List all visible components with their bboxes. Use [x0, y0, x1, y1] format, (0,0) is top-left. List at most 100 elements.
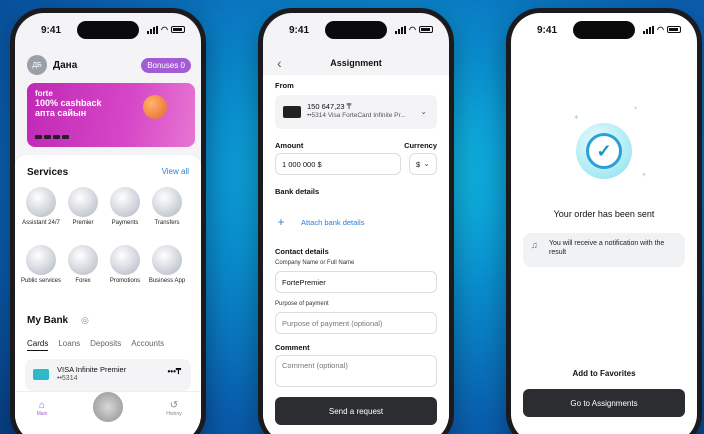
tab-accounts[interactable]: Accounts — [131, 339, 164, 351]
home-body: Services View all Assistant 24/7 Premier… — [15, 155, 201, 434]
forte-logo-button[interactable] — [93, 392, 123, 422]
view-all-link[interactable]: View all — [162, 167, 189, 176]
page-title: Assignment — [330, 58, 382, 68]
signal-icon — [643, 25, 655, 34]
signal-icon — [395, 25, 407, 34]
currency-select[interactable]: $ ⌄ — [409, 153, 437, 175]
phone-assignment: 9:41 ◠ ‹ Assignment From 150 647,23 ₸ ••… — [258, 8, 454, 434]
status-time: 9:41 — [537, 25, 558, 36]
from-card: ••5314 Visa ForteCard Infinite Pr... — [307, 112, 406, 119]
notification-note: ♫ You will receive a notification with t… — [523, 233, 685, 267]
back-icon[interactable]: ‹ — [277, 53, 282, 73]
nav-history-label: History — [166, 411, 182, 417]
status-icons: ◠ — [147, 25, 185, 34]
success-check-icon: ✓ — [576, 123, 632, 179]
status-time: 9:41 — [41, 25, 62, 36]
from-label: From — [275, 81, 294, 90]
sparkle-icon: ✦ — [633, 106, 639, 112]
status-time: 9:41 — [289, 25, 310, 36]
promotions-icon — [110, 245, 140, 275]
home-header: ДБ Дана Bonuses 0 — [27, 55, 191, 75]
service-label: Assistant 24/7 — [22, 220, 60, 226]
services-title: Services — [27, 167, 69, 178]
sparkle-icon: ✦ — [573, 113, 580, 122]
check-halo: ✓ — [576, 123, 632, 179]
purpose-input[interactable]: Purpose of payment (optional) — [275, 312, 437, 334]
add-to-favorites-button[interactable]: Add to Favorites — [511, 369, 697, 378]
bank-details-label: Bank details — [275, 187, 320, 196]
tab-cards[interactable]: Cards — [27, 339, 49, 351]
public-services-icon — [26, 245, 56, 275]
business-app-icon — [152, 245, 182, 275]
status-icons: ◠ — [395, 25, 433, 34]
service-forex[interactable]: Forex — [63, 245, 103, 285]
service-business[interactable]: Business App — [147, 245, 187, 285]
service-promotions[interactable]: Promotions — [105, 245, 145, 285]
nav-main[interactable]: ⌂ Main — [27, 400, 57, 417]
chevron-down-icon: ⌄ — [420, 107, 427, 116]
service-payments[interactable]: Payments — [105, 187, 145, 227]
bonuses-badge[interactable]: Bonuses 0 — [141, 57, 191, 73]
premier-icon — [68, 187, 98, 217]
note-text: You will receive a notification with the… — [549, 240, 665, 256]
success-screen: 9:41 ◠ ✓ ✦ ✦ ✦ Your order has been sent … — [511, 13, 697, 434]
service-label: Premier — [72, 220, 94, 226]
from-account-select[interactable]: 150 647,23 ₸ ••5314 Visa ForteCard Infin… — [275, 95, 437, 129]
currency-label: Currency — [404, 141, 437, 150]
phone-home: 9:41 ◠ ДБ Дана Bonuses 0 forte 100% cash… — [10, 8, 206, 434]
checkmark-icon: ✓ — [586, 133, 622, 169]
service-public[interactable]: Public services — [21, 245, 61, 285]
service-assistant[interactable]: Assistant 24/7 — [21, 187, 61, 227]
promo-banner[interactable]: forte 100% cashback апта сайын — [27, 83, 195, 147]
service-label: Promotions — [109, 278, 141, 284]
bottom-nav: ⌂ Main ↺ History — [15, 391, 201, 434]
card-item[interactable]: VISA Infinite Premier ••5314 •••₸ — [25, 359, 191, 391]
comment-label: Comment — [275, 343, 310, 352]
nav-main-label: Main — [36, 411, 48, 417]
visa-card-icon — [33, 369, 49, 380]
history-icon: ↺ — [169, 400, 179, 411]
status-bar: 9:41 ◠ — [511, 23, 697, 39]
order-sent-title: Your order has been sent — [553, 209, 655, 219]
send-request-button[interactable]: Send a request — [275, 397, 437, 425]
service-label: Payments — [111, 220, 139, 226]
wifi-icon: ◠ — [161, 25, 168, 34]
phone-success: 9:41 ◠ ✓ ✦ ✦ ✦ Your order has been sent … — [506, 8, 702, 434]
my-bank-title: My Bank — [27, 315, 69, 326]
company-input[interactable]: FortePremier — [275, 271, 437, 293]
more-icon[interactable]: •••₸ — [168, 367, 182, 376]
transfers-icon — [152, 187, 182, 217]
chevron-down-icon: ⌄ — [423, 159, 430, 168]
assignment-form: From 150 647,23 ₸ ••5314 Visa ForteCard … — [263, 75, 449, 434]
service-label: Public services — [21, 278, 62, 284]
nav-history[interactable]: ↺ History — [159, 400, 189, 417]
service-label: Transfers — [154, 220, 180, 226]
payments-icon — [110, 187, 140, 217]
battery-icon — [419, 26, 433, 33]
home-icon: ⌂ — [38, 400, 46, 411]
status-bar: 9:41 ◠ — [15, 23, 201, 39]
service-premier[interactable]: Premier — [63, 187, 103, 227]
tab-deposits[interactable]: Deposits — [90, 339, 121, 351]
status-bar: 9:41 ◠ — [263, 23, 449, 39]
tab-loans[interactable]: Loans — [58, 339, 80, 351]
go-to-assignments-button[interactable]: Go to Assignments — [523, 389, 685, 417]
wifi-icon: ◠ — [409, 25, 416, 34]
attach-bank-details-button[interactable]: + Attach bank details — [275, 215, 364, 229]
plus-icon: + — [277, 215, 285, 229]
service-transfers[interactable]: Transfers — [147, 187, 187, 227]
eye-icon[interactable]: ◎ — [81, 315, 89, 326]
sparkle-icon: ✦ — [641, 172, 647, 179]
battery-icon — [667, 26, 681, 33]
card-number: ••5314 — [57, 375, 78, 382]
company-label: Company Name or Full Name — [275, 260, 355, 266]
contact-details-label: Contact details — [275, 247, 329, 256]
comment-input[interactable]: Comment (optional) — [275, 355, 437, 387]
status-icons: ◠ — [643, 25, 681, 34]
avatar[interactable]: ДБ — [27, 55, 47, 75]
attach-label: Attach bank details — [301, 217, 365, 227]
topbar: ‹ Assignment — [263, 53, 449, 73]
battery-icon — [171, 26, 185, 33]
assignment-screen: 9:41 ◠ ‹ Assignment From 150 647,23 ₸ ••… — [263, 13, 449, 434]
amount-input[interactable]: 1 000 000 $ — [275, 153, 401, 175]
